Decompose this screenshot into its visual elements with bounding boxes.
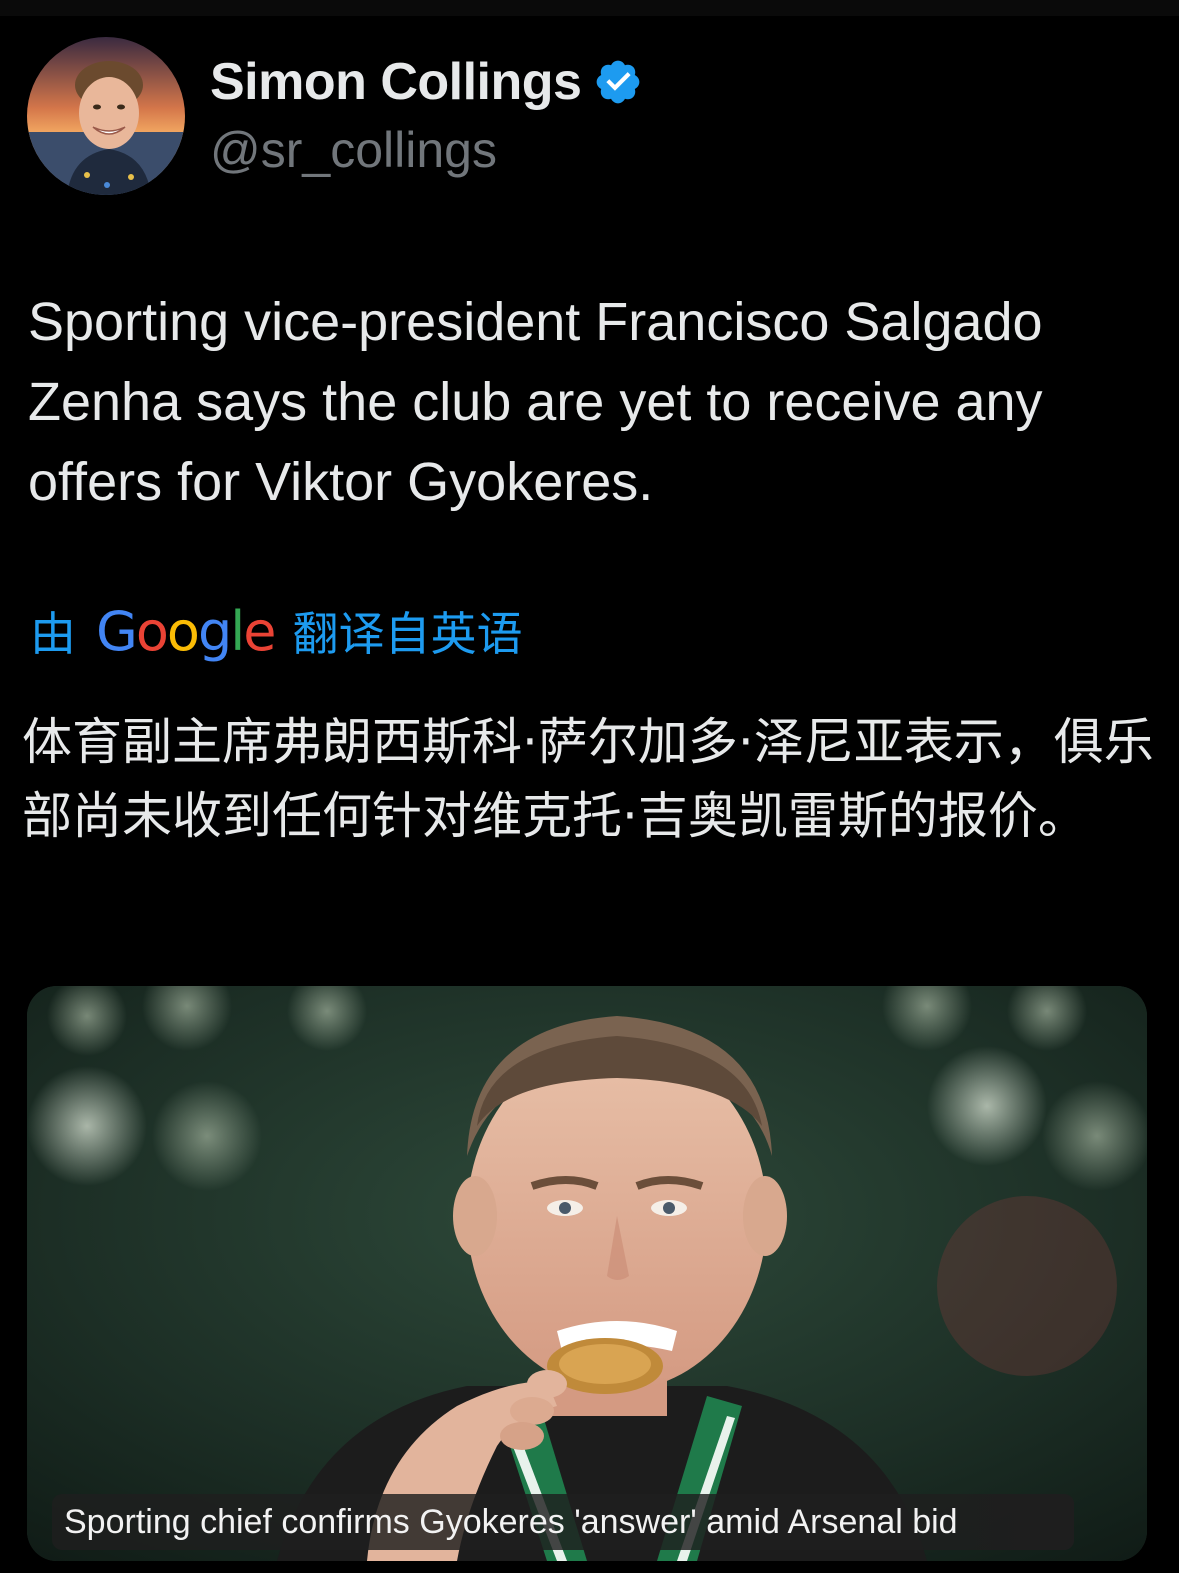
media-caption-text: Sporting chief confirms Gyokeres 'answer… xyxy=(64,1503,958,1541)
media-caption: Sporting chief confirms Gyokeres 'answer… xyxy=(52,1494,1074,1550)
caption-fade xyxy=(954,1494,1074,1550)
google-logo-icon: Google xyxy=(96,599,276,663)
translation-suffix: 翻译自英语 xyxy=(292,607,523,661)
translation-attribution[interactable]: 由 Google 翻译自英语 xyxy=(30,596,522,666)
tweet-media-image[interactable] xyxy=(27,986,1147,1561)
translation-prefix: 由 xyxy=(30,607,76,661)
translated-text: 体育副主席弗朗西斯科·萨尔加多·泽尼亚表示，俱乐部尚未收到任何针对维克托·吉奥凯… xyxy=(22,713,1154,845)
tweet-screenshot: Simon Collings @sr_collings Sporting vic… xyxy=(0,0,1179,1573)
verified-badge-icon xyxy=(593,57,643,107)
tweet-text: Sporting vice-president Francisco Salgad… xyxy=(28,292,1043,512)
author-handle[interactable]: @sr_collings xyxy=(210,120,497,180)
author-display-name[interactable]: Simon Collings xyxy=(210,52,582,112)
avatar[interactable] xyxy=(27,37,185,195)
top-strip xyxy=(0,0,1179,16)
author-name-row[interactable]: Simon Collings xyxy=(210,52,643,112)
